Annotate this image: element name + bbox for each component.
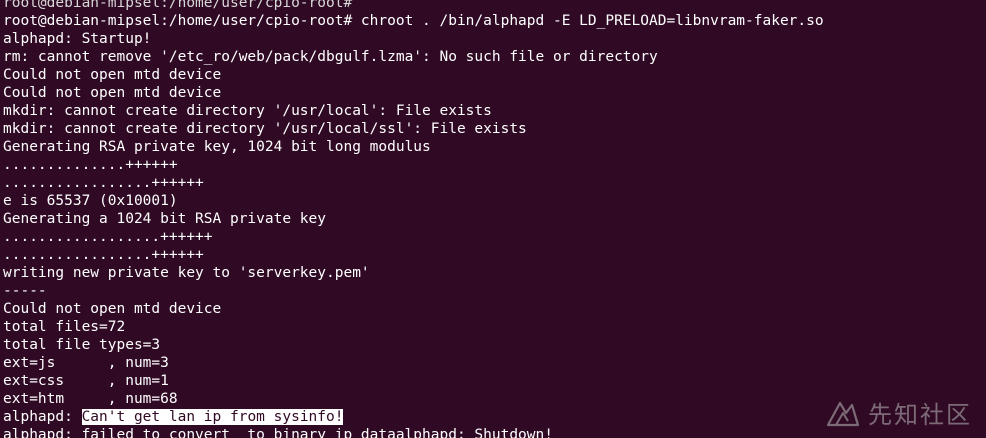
terminal-line: Could not open mtd device [3,301,222,317]
terminal-line: .................++++++ [3,247,204,263]
terminal-line: Generating a 1024 bit RSA private key [3,211,327,227]
terminal-line: rm: cannot remove '/etc_ro/web/pack/dbgu… [3,49,658,65]
terminal-line: mkdir: cannot create directory '/usr/loc… [3,121,527,137]
terminal-output: root@debian-mipsel:/home/user/cpio-root#… [3,0,983,438]
terminal-line: alphapd: Startup! [3,31,152,47]
terminal-line: e is 65537 (0x10001) [3,193,178,209]
line-prefix: alphapd: [3,409,82,425]
watermark: 先知社区 [826,395,972,430]
cursor-text: data [360,427,396,438]
terminal-line: Could not open mtd device [3,67,222,83]
terminal-line: ----- [3,283,47,299]
terminal-line: total file types=3 [3,337,161,353]
terminal-line: Generating RSA private key, 1024 bit lon… [3,139,431,155]
terminal-line: mkdir: cannot create directory '/usr/loc… [3,103,492,119]
terminal-line: Could not open mtd device [3,85,222,101]
terminal-line: total files=72 [3,319,126,335]
terminal-line: ..............++++++ [3,157,178,173]
selected-text[interactable]: Can't get lan ip from sysinfo! [81,409,344,425]
terminal-window[interactable]: root@debian-mipsel:/home/user/cpio-root#… [0,0,986,438]
terminal-line: writing new private key to 'serverkey.pe… [3,265,370,281]
terminal-line: root@debian-mipsel:/home/user/cpio-root#… [3,13,824,29]
terminal-line: root@debian-mipsel:/home/user/cpio-root# [3,0,361,11]
xianzhi-logo-icon [826,401,860,426]
line-text-end: alphapd: Shutdown! [395,427,553,438]
terminal-line: .................++++++ [3,175,204,191]
terminal-line: ext=css , num=1 [3,373,169,389]
terminal-line: ..................++++++ [3,229,213,245]
line-text: alphapd: failed to convert to binary ip [3,427,361,438]
watermark-text: 先知社区 [868,401,972,429]
terminal-line: ext=js , num=3 [3,355,169,371]
